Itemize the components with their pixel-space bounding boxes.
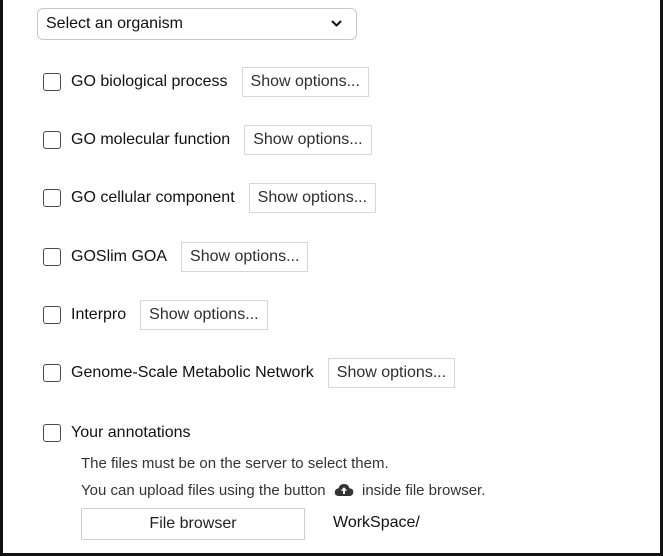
option-row-genome-scale-metabolic-network: Genome-Scale Metabolic Network Show opti… xyxy=(43,358,456,388)
option-label: GO molecular function xyxy=(71,131,231,148)
option-row-interpro: Interpro Show options... xyxy=(43,300,268,330)
go-biological-process-checkbox[interactable] xyxy=(43,73,61,91)
go-molecular-function-checkbox[interactable] xyxy=(43,131,61,149)
show-options-button[interactable]: Show options... xyxy=(140,300,268,330)
upload-note-suffix: inside file browser. xyxy=(361,482,486,499)
option-row-goslim-goa: GOSlim GOA Show options... xyxy=(43,242,309,272)
file-browser-button[interactable]: File browser xyxy=(81,508,305,540)
option-label: Genome-Scale Metabolic Network xyxy=(71,364,314,381)
option-label: GO biological process xyxy=(71,73,228,90)
organism-select[interactable]: Select an organism xyxy=(37,8,357,40)
option-row-go-biological-process: GO biological process Show options... xyxy=(43,67,369,97)
option-row-go-molecular-function: GO molecular function Show options... xyxy=(43,125,372,155)
show-options-button[interactable]: Show options... xyxy=(248,183,377,213)
show-options-button[interactable]: Show options... xyxy=(181,242,309,272)
option-label: GO cellular component xyxy=(71,189,235,206)
option-label: Interpro xyxy=(71,306,127,323)
show-options-button[interactable]: Show options... xyxy=(241,67,369,97)
option-label: GOSlim GOA xyxy=(71,248,168,265)
interpro-checkbox[interactable] xyxy=(43,306,61,324)
genome-scale-metabolic-network-checkbox[interactable] xyxy=(43,364,61,382)
show-options-button[interactable]: Show options... xyxy=(327,358,456,388)
organism-select-value: Select an organism xyxy=(46,15,183,32)
show-options-button[interactable]: Show options... xyxy=(244,125,372,155)
your-annotations-checkbox[interactable] xyxy=(43,424,61,442)
cloud-upload-icon xyxy=(334,482,354,501)
upload-note-text: You can upload files using the button xyxy=(81,482,326,499)
goslim-goa-checkbox[interactable] xyxy=(43,248,61,266)
enrichment-options-panel: Select an organism GO biological process… xyxy=(0,0,663,556)
annotations-note-server: The files must be on the server to selec… xyxy=(81,455,389,472)
annotations-note-upload: You can upload files using the button in… xyxy=(81,482,485,501)
chevron-down-icon xyxy=(330,9,342,39)
option-row-go-cellular-component: GO cellular component Show options... xyxy=(43,183,377,213)
your-annotations-label: Your annotations xyxy=(71,424,191,441)
option-row-your-annotations: Your annotations xyxy=(43,418,191,448)
go-cellular-component-checkbox[interactable] xyxy=(43,189,61,207)
workspace-path: WorkSpace/ xyxy=(333,514,420,531)
